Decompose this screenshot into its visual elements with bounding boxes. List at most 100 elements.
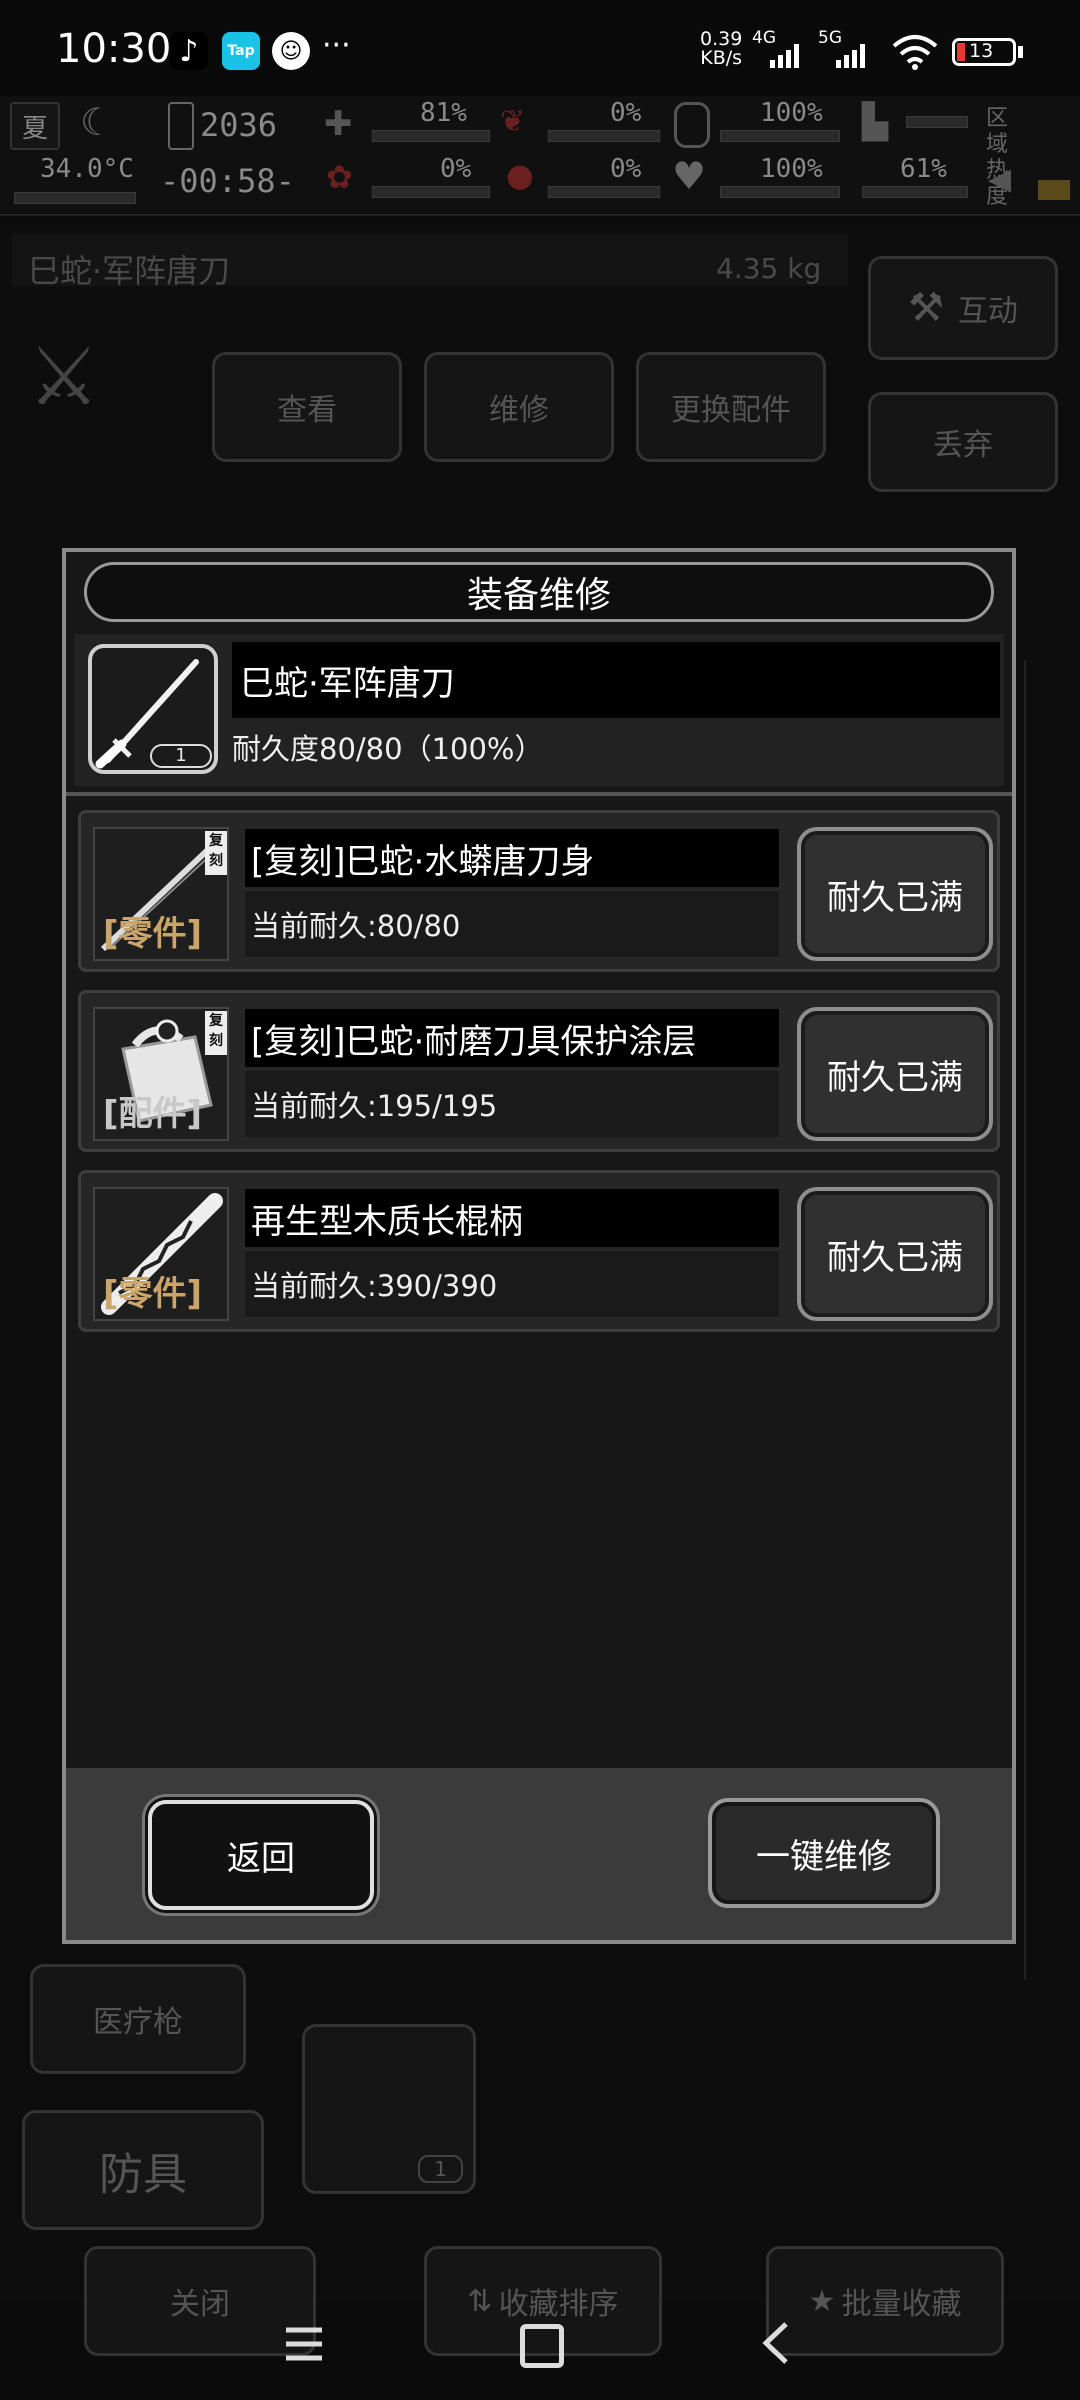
- part-thumbnail: 复刻 [零件]: [93, 827, 229, 961]
- equipment-name: 巳蛇·军阵唐刀: [232, 642, 1000, 718]
- infection-icon: ✿: [326, 158, 353, 196]
- stat-mood-bar: [720, 186, 840, 198]
- equipment-summary: 1 巳蛇·军阵唐刀 耐久度80/80（100%）: [74, 634, 1004, 786]
- bg-right-column: [1024, 660, 1072, 1980]
- temperature-readout: 34.0°C: [40, 154, 134, 184]
- clock-icon: [168, 102, 194, 150]
- heart-icon: ♥: [672, 154, 707, 198]
- boot-icon: ▙: [862, 102, 889, 142]
- stat-boot-bar: [906, 116, 968, 128]
- part-name: [复刻]巳蛇·水蟒唐刀身: [245, 829, 779, 887]
- back-icon[interactable]: [756, 2318, 796, 2368]
- clock-readout: 2036: [200, 106, 278, 144]
- durability-full-button[interactable]: 耐久已满: [797, 1187, 993, 1321]
- part-thumbnail: [零件]: [93, 1187, 229, 1321]
- part-name: 再生型木质长棍柄: [245, 1189, 779, 1247]
- part-remake-tag: 复刻: [205, 831, 227, 875]
- more-notifications-icon: ···: [322, 28, 351, 63]
- taptap-icon: Tap: [222, 32, 260, 70]
- stat-hunger: 0%: [610, 98, 642, 128]
- equipment-thumbnail: 1: [88, 644, 218, 774]
- bg-discard-button: 丢弃: [868, 392, 1058, 492]
- part-row: 复刻 [配件] [复刻]巳蛇·耐磨刀具保护涂层 当前耐久:195/195 耐久已…: [78, 990, 1000, 1152]
- hammer-icon: ⚒: [908, 285, 944, 331]
- timer-readout: -00:58-: [160, 162, 295, 200]
- part-kind-label: [零件]: [103, 914, 203, 954]
- wifi-icon: [892, 35, 938, 70]
- stat-infection: 0%: [440, 154, 472, 184]
- water-drop-icon: ●: [506, 156, 534, 194]
- part-kind-text: 配件: [118, 1094, 187, 1134]
- status-time: 10:30: [56, 26, 172, 72]
- stat-stamina: 100%: [760, 98, 823, 128]
- part-durability: 当前耐久:390/390: [245, 1251, 779, 1317]
- equipment-count: 1: [150, 744, 212, 768]
- part-row: 复刻 [零件] [复刻]巳蛇·水蟒唐刀身 当前耐久:80/80 耐久已满: [78, 810, 1000, 972]
- bg-swap-button: 更换配件: [636, 352, 826, 462]
- part-durability: 当前耐久:80/80: [245, 891, 779, 957]
- durability-full-button[interactable]: 耐久已满: [797, 827, 993, 961]
- bg-left-column: [12, 660, 64, 1900]
- status-bar: 10:30 ♪ Tap ☺ ··· 0.39 KB/s 4G 5G 13: [0, 0, 1080, 100]
- part-kind-label: [零件]: [103, 1274, 203, 1314]
- net-speed: 0.39 KB/s: [700, 30, 742, 68]
- part-thumbnail: 复刻 [配件]: [93, 1007, 229, 1141]
- bg-interact-label: 互动: [957, 294, 1018, 329]
- bg-repair-button: 维修: [424, 352, 614, 462]
- back-button[interactable]: 返回: [148, 1800, 374, 1910]
- bg-sword-icon: ⚔: [28, 330, 100, 423]
- stomach-icon: ❦: [500, 104, 526, 139]
- battery-tip: [1018, 46, 1023, 58]
- battery-level: 13: [969, 40, 994, 62]
- equipment-durability: 耐久度80/80（100%）: [232, 732, 544, 766]
- part-kind-text: 零件: [118, 914, 187, 954]
- repair-all-button[interactable]: 一键维修: [708, 1798, 940, 1908]
- home-icon[interactable]: [520, 2324, 564, 2368]
- bg-item-name: 巳蛇·军阵唐刀: [28, 252, 231, 290]
- part-row: [零件] 再生型木质长棍柄 当前耐久:390/390 耐久已满: [78, 1170, 1000, 1332]
- net-speed-unit: KB/s: [700, 47, 743, 69]
- temperature-bar: [14, 192, 136, 204]
- dialog-title: 装备维修: [84, 562, 994, 622]
- system-nav-bar: [0, 2300, 1080, 2400]
- part-name: [复刻]巳蛇·耐磨刀具保护涂层: [245, 1009, 779, 1067]
- stat-equipment-bar: [862, 186, 968, 198]
- menu-icon[interactable]: [282, 2322, 326, 2366]
- stat-equipment: 61%: [900, 154, 947, 184]
- bg-interact-button: ⚒ 互动: [868, 256, 1058, 360]
- divider: [66, 792, 1012, 796]
- bg-grid-slot-count: 1: [418, 2155, 463, 2183]
- bg-armor-tab: 防具: [22, 2110, 264, 2230]
- battery-icon: 13: [952, 38, 1016, 66]
- medkit-icon: ✚: [324, 104, 353, 144]
- bg-item-weight: 4.35 kg: [716, 252, 822, 285]
- stat-stamina-bar: [720, 130, 840, 142]
- bg-medic-tab: 医疗枪: [30, 1964, 246, 2074]
- signal-4g-icon: [770, 44, 799, 68]
- moon-icon: ☾: [80, 100, 115, 144]
- tiktok-icon: ♪: [170, 32, 208, 70]
- zone-heat-indicator: [1038, 180, 1070, 200]
- stat-hunger-bar: [548, 130, 660, 142]
- part-durability: 当前耐久:195/195: [245, 1071, 779, 1137]
- stat-thirst-bar: [548, 186, 660, 198]
- speaker-icon: ◀: [988, 162, 1012, 197]
- bg-grid-slot: 1: [302, 2024, 476, 2194]
- part-remake-tag: 复刻: [205, 1011, 227, 1055]
- status-hud: 夏 ☾ 34.0°C 2036 -00:58- ✚ 81% ❦ 0% 100% …: [0, 96, 1080, 216]
- stat-health: 81%: [420, 98, 467, 128]
- stat-health-bar: [372, 130, 490, 142]
- stat-thirst: 0%: [610, 154, 642, 184]
- season-badge: 夏: [10, 102, 60, 150]
- bg-view-button: 查看: [212, 352, 402, 462]
- part-kind-label: [配件]: [103, 1094, 203, 1134]
- repair-dialog: 装备维修 1 巳蛇·军阵唐刀 耐久度80/80（100%） 复刻 [零件] [复…: [62, 548, 1016, 1944]
- stat-infection-bar: [372, 186, 490, 198]
- stat-mood: 100%: [760, 154, 823, 184]
- qq-icon: ☺: [272, 32, 310, 70]
- durability-full-button[interactable]: 耐久已满: [797, 1007, 993, 1141]
- signal-5g-icon: [836, 44, 865, 68]
- dialog-footer: 返回 一键维修: [66, 1768, 1012, 1940]
- part-kind-text: 零件: [118, 1274, 187, 1314]
- lung-icon: [674, 102, 710, 148]
